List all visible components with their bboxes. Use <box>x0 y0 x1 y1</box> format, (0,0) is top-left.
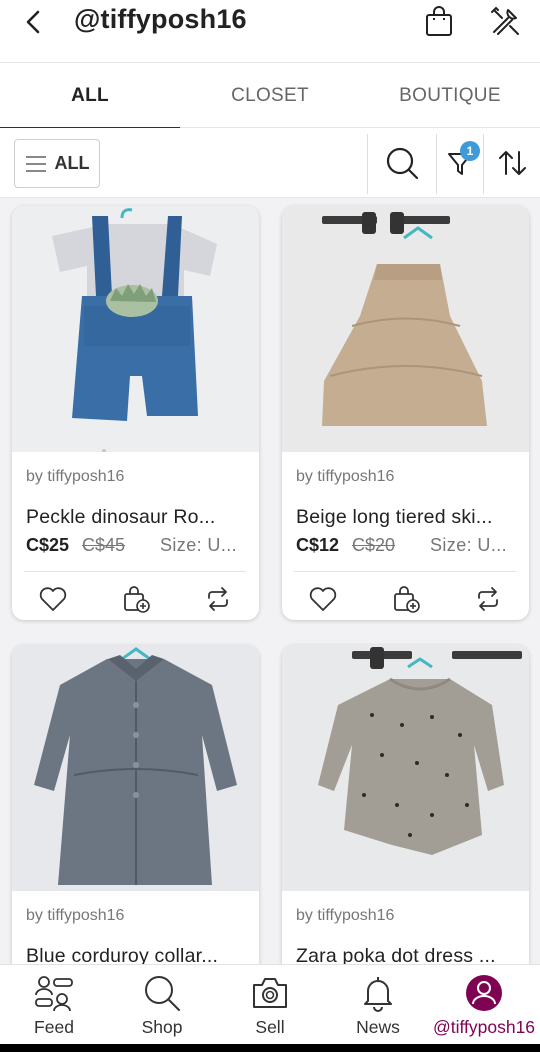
seller-name: by tiffyposh16 <box>296 468 395 485</box>
listing-price: C$12 <box>296 535 340 555</box>
tools-icon[interactable] <box>488 4 522 38</box>
search-icon[interactable] <box>383 144 421 182</box>
divider <box>294 571 516 572</box>
listing-image[interactable] <box>12 206 259 452</box>
filter-toolbar: ALL <box>0 128 540 198</box>
category-filter-button[interactable]: ALL <box>14 139 100 188</box>
listing-size: Size: U... <box>160 535 238 555</box>
add-to-bundle-icon[interactable] <box>121 584 151 614</box>
bell-icon <box>364 977 392 1012</box>
closet-tabs: ALL CLOSET BOUTIQUE <box>0 62 540 130</box>
seller-name: by tiffyposh16 <box>26 907 125 924</box>
listing-card[interactable]: by tiffyposh16 Blue corduroy collar... <box>12 645 259 964</box>
listing-image[interactable] <box>282 645 529 891</box>
listing-title: Beige long tiered ski... <box>296 506 493 528</box>
nav-label: Sell <box>255 1017 285 1037</box>
nav-profile[interactable]: @tiffyposh16 <box>428 965 540 1045</box>
nav-shop[interactable]: Shop <box>122 965 202 1045</box>
nav-label: @tiffyposh16 <box>432 1017 536 1037</box>
nav-news[interactable]: News <box>338 965 418 1045</box>
nav-label: Feed <box>34 1017 74 1037</box>
app-header: @tiffyposh16 <box>0 0 540 62</box>
bottom-navigation: Feed Shop Sell News @tiffyposh16 <box>0 964 540 1044</box>
camera-icon <box>253 978 287 1008</box>
like-icon[interactable] <box>308 584 338 614</box>
divider <box>436 134 437 194</box>
system-bar <box>0 1044 540 1052</box>
listing-card[interactable]: by tiffyposh16 Beige long tiered ski... … <box>282 206 529 620</box>
sort-icon[interactable] <box>494 144 532 182</box>
tab-boutique[interactable]: BOUTIQUE <box>360 63 540 129</box>
listing-card[interactable]: by tiffyposh16 Peckle dinosaur Ro... C$2… <box>12 206 259 620</box>
tab-closet[interactable]: CLOSET <box>180 63 360 129</box>
shopping-bag-icon[interactable] <box>422 4 456 38</box>
add-to-bundle-icon[interactable] <box>391 584 421 614</box>
search-icon <box>145 976 180 1011</box>
listing-title: Zara poka dot dress ... <box>296 945 496 964</box>
nav-label: Shop <box>141 1017 183 1037</box>
listing-price: C$25 <box>26 535 70 555</box>
menu-icon <box>25 155 46 172</box>
tab-all[interactable]: ALL <box>0 63 180 130</box>
seller-name: by tiffyposh16 <box>26 468 125 485</box>
listing-original-price: C$20 <box>352 535 396 555</box>
listing-original-price: C$45 <box>82 535 126 555</box>
feed-icon <box>35 976 73 1012</box>
like-icon[interactable] <box>38 584 68 614</box>
seller-name: by tiffyposh16 <box>296 907 395 924</box>
share-icon[interactable] <box>473 584 503 614</box>
divider <box>24 571 246 572</box>
nav-feed[interactable]: Feed <box>14 965 94 1045</box>
profile-icon <box>466 975 502 1011</box>
listing-size: Size: U... <box>430 535 508 555</box>
listing-grid: by tiffyposh16 Peckle dinosaur Ro... C$2… <box>0 198 540 964</box>
nav-sell[interactable]: Sell <box>230 965 310 1045</box>
listing-image[interactable] <box>12 645 259 891</box>
listing-image[interactable] <box>282 206 529 452</box>
back-icon[interactable] <box>20 8 48 36</box>
filter-count-badge: 1 <box>460 141 480 161</box>
nav-label: News <box>356 1017 400 1037</box>
share-icon[interactable] <box>203 584 233 614</box>
listing-title: Peckle dinosaur Ro... <box>26 506 216 528</box>
listing-title: Blue corduroy collar... <box>26 945 219 964</box>
divider <box>367 134 368 194</box>
listing-card[interactable]: by tiffyposh16 Zara poka dot dress ... <box>282 645 529 964</box>
page-title: @tiffyposh16 <box>74 4 247 34</box>
divider <box>483 134 484 194</box>
category-filter-label: ALL <box>54 153 90 173</box>
